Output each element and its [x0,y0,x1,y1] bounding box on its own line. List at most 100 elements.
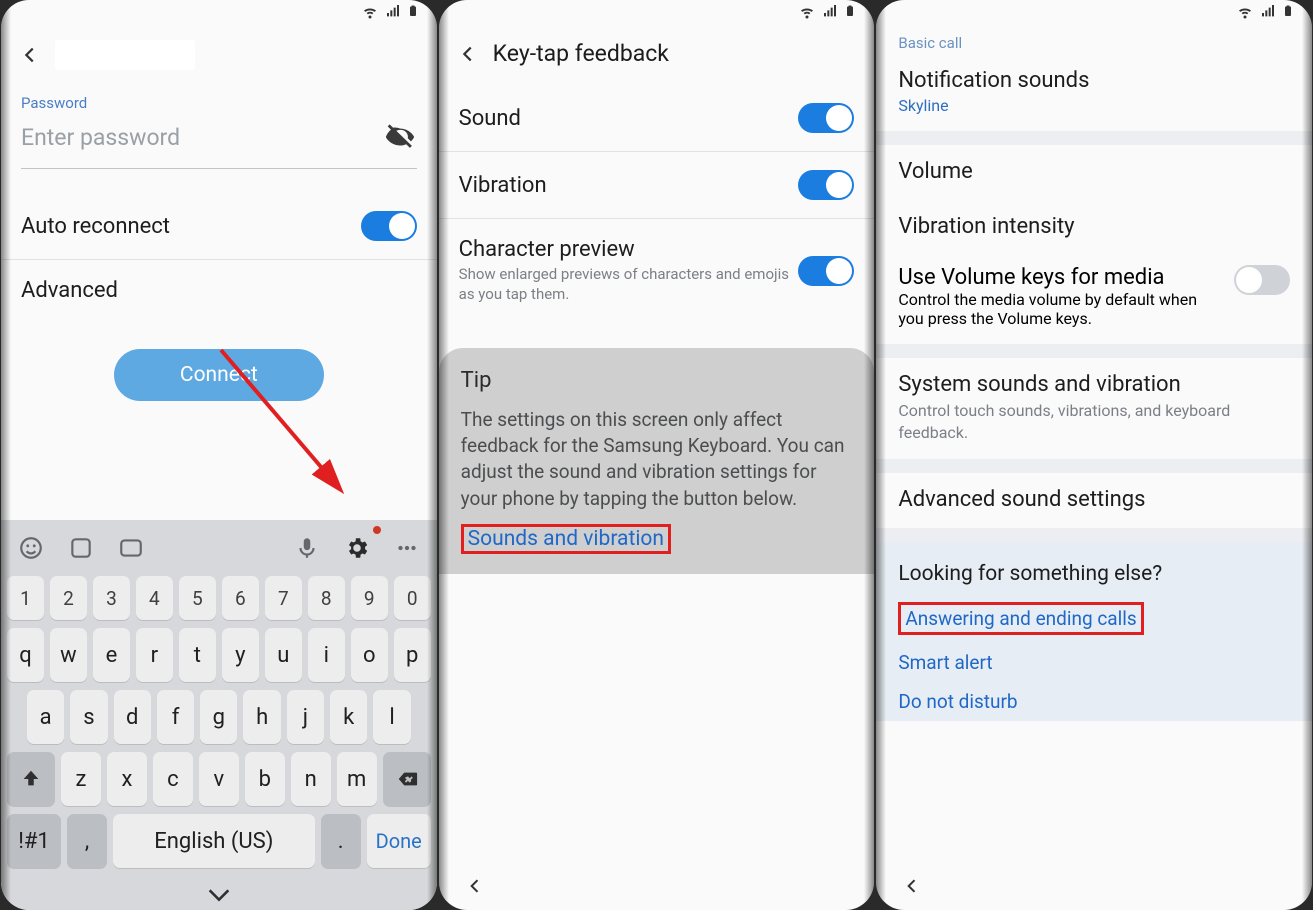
nav-back[interactable] [439,866,875,910]
keyboard-collapse-icon[interactable] [1,884,437,910]
key-8[interactable]: 8 [308,576,345,620]
key-x[interactable]: x [107,752,147,806]
key-y[interactable]: y [222,628,259,682]
vibration-row[interactable]: Vibration [439,152,875,219]
do-not-disturb-link[interactable]: Do not disturb [898,690,1290,713]
status-bar [876,0,1312,26]
key-3[interactable]: 3 [93,576,130,620]
wifi-icon [361,2,379,24]
key-2[interactable]: 2 [50,576,87,620]
vibration-intensity-row[interactable]: Vibration intensity [876,200,1312,255]
key-6[interactable]: 6 [222,576,259,620]
key-m[interactable]: m [337,752,377,806]
tip-heading: Tip [461,368,853,393]
system-sounds-row[interactable]: System sounds and vibration Control touc… [876,358,1312,459]
key-i[interactable]: i [308,628,345,682]
status-bar [439,0,875,26]
key-o[interactable]: o [351,628,388,682]
key-w[interactable]: w [50,628,87,682]
tip-body: The settings on this screen only affect … [461,407,853,512]
screen-keytap-feedback: Key-tap feedback Sound Vibration Charact… [439,0,875,910]
password-placeholder: Enter password [21,124,383,151]
key-f[interactable]: f [157,690,194,744]
sound-toggle[interactable] [798,103,854,133]
key-h[interactable]: h [243,690,280,744]
password-label: Password [21,94,417,112]
keyboard: 1234567890 qwertyuiop asdfghjkl zxcvbnm … [1,520,437,910]
emoji-icon[interactable] [11,528,51,568]
mic-icon[interactable] [287,528,327,568]
header [1,26,437,88]
key-v[interactable]: v [199,752,239,806]
key-z[interactable]: z [61,752,101,806]
key-e[interactable]: e [93,628,130,682]
auto-reconnect-toggle[interactable] [361,211,417,241]
key-n[interactable]: n [291,752,331,806]
screen-sound-settings: Basic call Notification sounds Skyline V… [876,0,1312,910]
key-q[interactable]: q [7,628,44,682]
key-s[interactable]: s [70,690,107,744]
key-a[interactable]: a [27,690,64,744]
key-1[interactable]: 1 [7,576,44,620]
connect-button[interactable]: Connect [114,349,324,401]
sticker-icon[interactable] [61,528,101,568]
smart-alert-link[interactable]: Smart alert [898,651,1290,674]
key-u[interactable]: u [265,628,302,682]
divider [876,344,1312,358]
more-icon[interactable] [387,528,427,568]
vibration-toggle[interactable] [798,170,854,200]
sound-row[interactable]: Sound [439,85,875,152]
key-b[interactable]: b [245,752,285,806]
wifi-icon [798,2,816,24]
key-k[interactable]: k [330,690,367,744]
char-preview-toggle[interactable] [798,256,854,286]
key-space[interactable]: English (US) [113,814,315,868]
volume-keys-media-row[interactable]: Use Volume keys for media Control the me… [876,255,1312,344]
volume-row[interactable]: Volume [876,145,1312,200]
sounds-and-vibration-link[interactable]: Sounds and vibration [461,524,671,554]
key-7[interactable]: 7 [265,576,302,620]
visibility-off-icon[interactable] [383,120,417,154]
key-p[interactable]: p [394,628,431,682]
back-icon[interactable] [19,44,41,66]
key-g[interactable]: g [200,690,237,744]
looking-for-block: Looking for something else? Answering an… [876,542,1312,721]
key-r[interactable]: r [136,628,173,682]
key-l[interactable]: l [373,690,410,744]
key-5[interactable]: 5 [179,576,216,620]
nav-back[interactable] [876,866,1312,910]
char-preview-row[interactable]: Character preview Show enlarged previews… [439,219,875,322]
key-4[interactable]: 4 [136,576,173,620]
key-shift[interactable] [7,752,55,806]
back-icon[interactable] [457,43,479,65]
key-j[interactable]: j [287,690,324,744]
key-backspace[interactable] [383,752,431,806]
key-comma[interactable]: , [67,814,107,868]
gear-icon[interactable] [337,528,377,568]
battery-icon [844,2,856,24]
signal-icon [1260,3,1276,23]
tip-card: Tip The settings on this screen only aff… [439,348,875,574]
key-d[interactable]: d [114,690,151,744]
signal-icon [822,3,838,23]
volume-keys-media-toggle[interactable] [1234,265,1290,295]
key-symbols[interactable]: !#1 [7,814,61,868]
key-period[interactable]: . [321,814,361,868]
notification-sounds-row[interactable]: Notification sounds Skyline [876,54,1312,131]
advanced-sound-row[interactable]: Advanced sound settings [876,473,1312,528]
advanced-row[interactable]: Advanced [1,260,437,321]
password-field[interactable]: Enter password [21,112,417,169]
divider [876,459,1312,473]
battery-icon [407,2,419,24]
key-0[interactable]: 0 [394,576,431,620]
key-done[interactable]: Done [367,814,431,868]
answering-ending-calls-link[interactable]: Answering and ending calls [898,602,1143,635]
gif-icon[interactable] [111,528,151,568]
divider [876,131,1312,145]
signal-icon [385,3,401,23]
auto-reconnect-row[interactable]: Auto reconnect [1,193,437,260]
key-c[interactable]: c [153,752,193,806]
key-t[interactable]: t [179,628,216,682]
key-9[interactable]: 9 [351,576,388,620]
header: Key-tap feedback [439,26,875,85]
